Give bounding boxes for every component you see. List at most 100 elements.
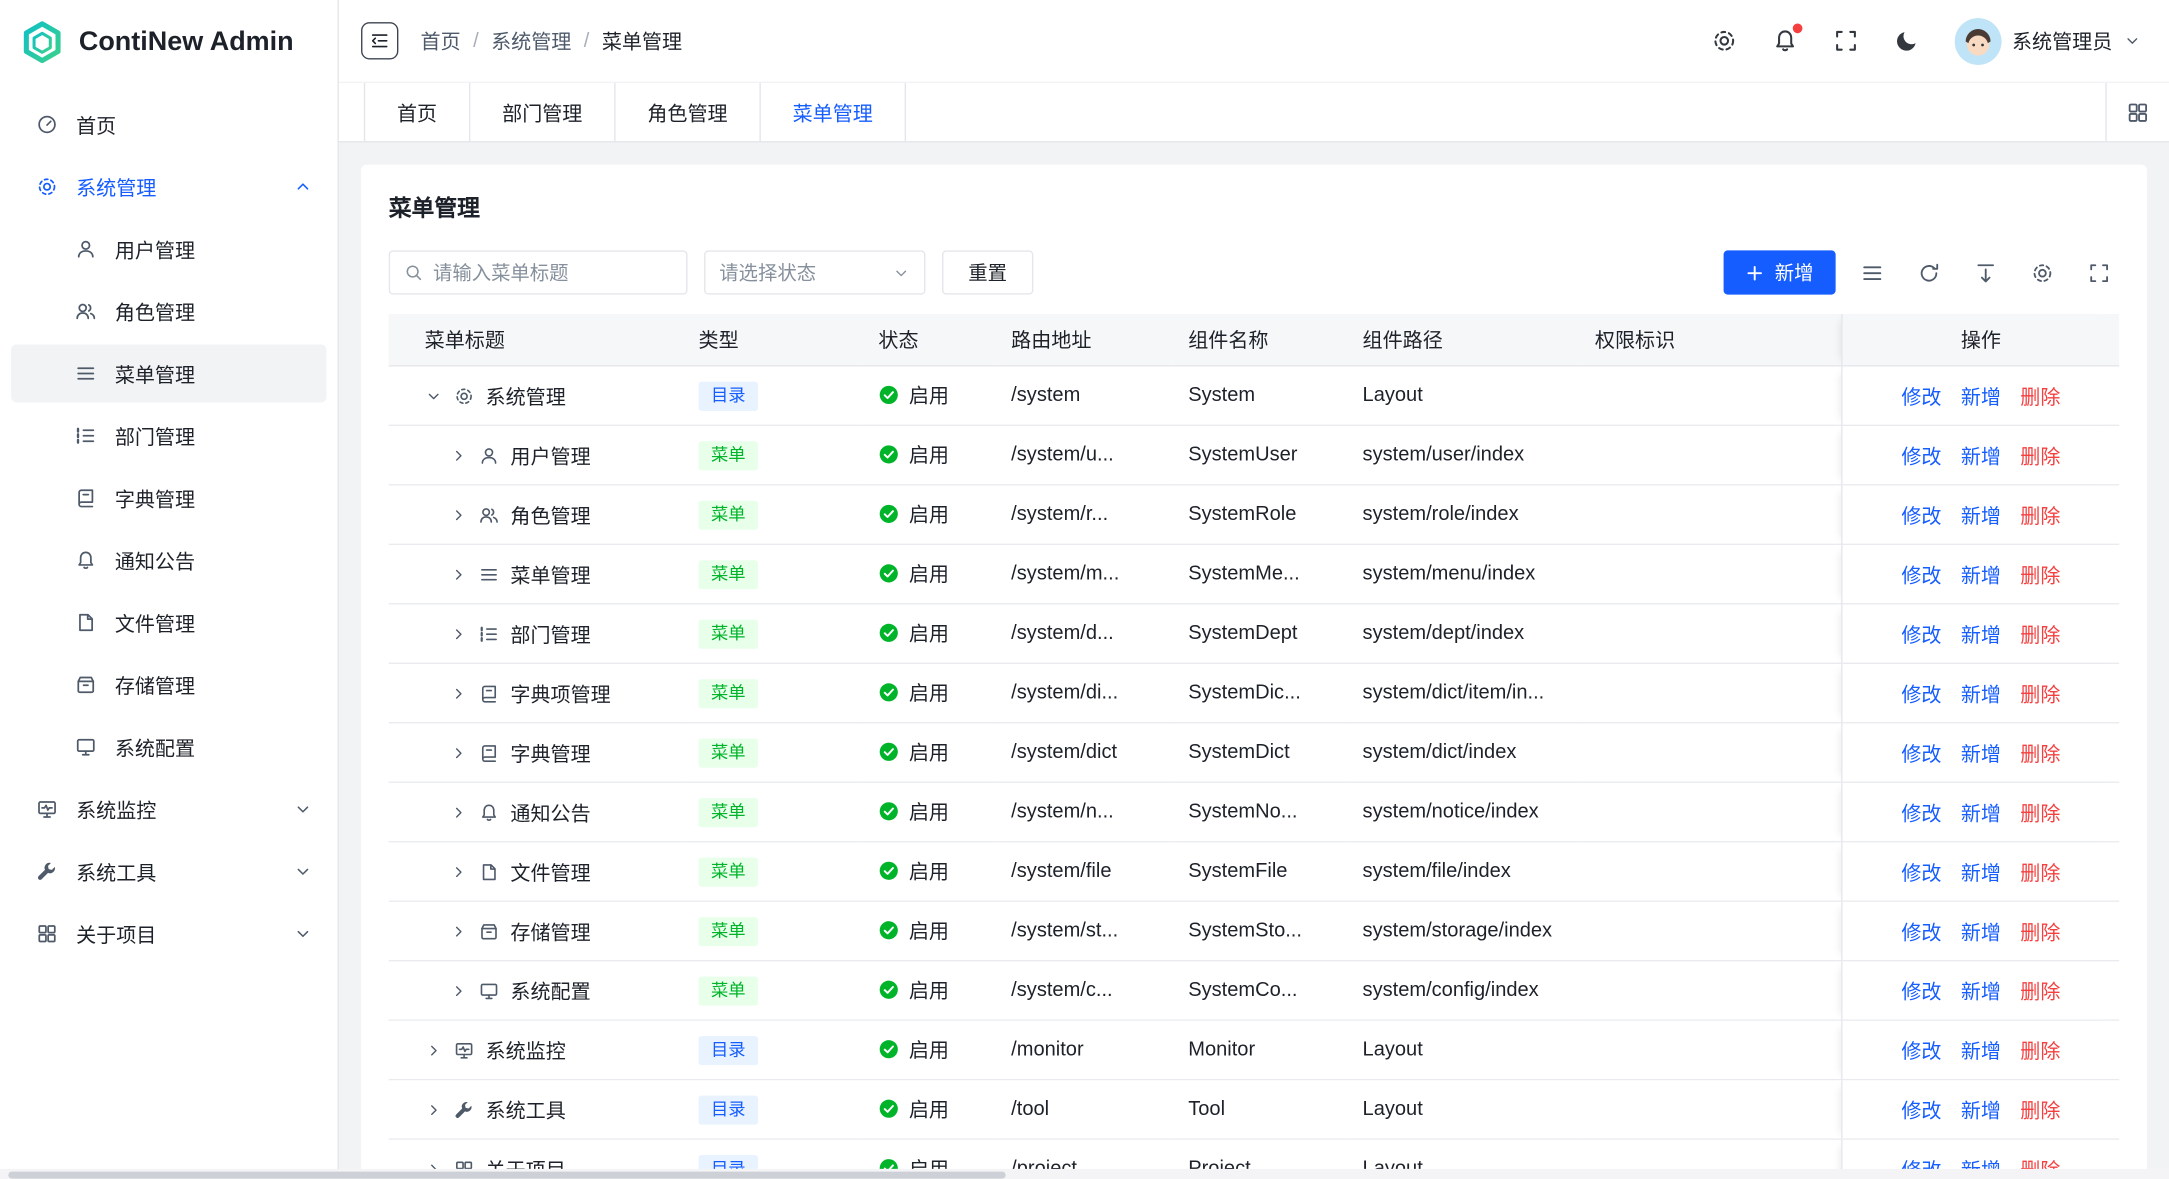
row-expand-icon[interactable] [450,922,468,940]
edit-link[interactable]: 修改 [1901,387,1941,409]
add-button[interactable]: 新增 [1724,250,1836,294]
add-link[interactable]: 新增 [1961,862,2001,884]
edit-link[interactable]: 修改 [1901,565,1941,587]
delete-link[interactable]: 删除 [2020,803,2060,825]
add-link[interactable]: 新增 [1961,744,2001,766]
sidebar-item-menu[interactable]: 菜单管理 [11,344,326,402]
delete-link[interactable]: 删除 [2020,387,2060,409]
refresh-button[interactable] [1908,252,1949,293]
sidebar-item-tools[interactable]: 系统工具 [11,842,326,900]
density-button[interactable] [1851,252,1892,293]
edit-link[interactable]: 修改 [1901,1100,1941,1122]
delete-link[interactable]: 删除 [2020,625,2060,647]
sidebar-item-home[interactable]: 首页 [11,95,326,153]
add-link[interactable]: 新增 [1961,506,2001,528]
user-menu[interactable]: 系统管理员 [1954,17,2141,64]
row-expand-icon[interactable] [450,446,468,464]
gear-icon [2030,261,2054,285]
settings-button[interactable] [1710,28,1736,54]
delete-link[interactable]: 删除 [2020,744,2060,766]
fullscreen-icon [1832,28,1858,54]
delete-link[interactable]: 删除 [2020,862,2060,884]
breadcrumb-item[interactable]: 首页 [421,26,461,55]
delete-link[interactable]: 删除 [2020,565,2060,587]
desktop-icon [479,980,500,1001]
row-expand-icon[interactable] [450,684,468,702]
add-link[interactable]: 新增 [1961,1100,2001,1122]
tab-2[interactable]: 角色管理 [616,83,761,141]
sidebar-item-label: 关于项目 [76,919,156,948]
row-expand-icon[interactable] [450,506,468,524]
sidebar-item-user[interactable]: 用户管理 [11,220,326,278]
status-select[interactable]: 请选择状态 [704,250,925,294]
row-expand-icon[interactable] [450,862,468,880]
delete-link[interactable]: 删除 [2020,446,2060,468]
delete-link[interactable]: 删除 [2020,1100,2060,1122]
row-expand-icon[interactable] [450,981,468,999]
edit-link[interactable]: 修改 [1901,803,1941,825]
reset-button[interactable]: 重置 [942,250,1033,294]
tab-3[interactable]: 菜单管理 [761,83,906,141]
column-settings-button[interactable] [2021,252,2062,293]
row-expand-icon[interactable] [425,387,443,405]
horizontal-scrollbar[interactable] [0,1169,2169,1179]
sidebar-item-about[interactable]: 关于项目 [11,905,326,963]
breadcrumb-item: 菜单管理 [602,26,682,55]
add-link[interactable]: 新增 [1961,684,2001,706]
expand-collapse-button[interactable] [1964,252,2005,293]
edit-link[interactable]: 修改 [1901,1041,1941,1063]
add-link[interactable]: 新增 [1961,1041,2001,1063]
edit-link[interactable]: 修改 [1901,625,1941,647]
add-link[interactable]: 新增 [1961,625,2001,647]
row-expand-icon[interactable] [450,565,468,583]
tab-0[interactable]: 首页 [364,83,471,141]
row-expand-icon[interactable] [450,625,468,643]
sidebar-item-storage[interactable]: 存储管理 [11,656,326,714]
row-expand-icon[interactable] [450,744,468,762]
edit-link[interactable]: 修改 [1901,744,1941,766]
breadcrumb-item[interactable]: 系统管理 [491,26,571,55]
delete-link[interactable]: 删除 [2020,1041,2060,1063]
sidebar-item-dict[interactable]: 字典管理 [11,469,326,527]
menu-title: 存储管理 [510,916,590,945]
sidebar-item-file[interactable]: 文件管理 [11,593,326,651]
tab-list-button[interactable] [2105,83,2169,141]
scrollbar-thumb[interactable] [8,1171,1006,1178]
add-link[interactable]: 新增 [1961,922,2001,944]
row-expand-icon[interactable] [425,1100,443,1118]
edit-link[interactable]: 修改 [1901,684,1941,706]
edit-link[interactable]: 修改 [1901,862,1941,884]
status-label: 启用 [909,737,949,766]
sidebar-item-notice[interactable]: 通知公告 [11,531,326,589]
table-fullscreen-button[interactable] [2078,252,2119,293]
add-link[interactable]: 新增 [1961,446,2001,468]
add-link[interactable]: 新增 [1961,565,2001,587]
add-link[interactable]: 新增 [1961,387,2001,409]
sidebar-item-dept[interactable]: 部门管理 [11,407,326,465]
sidebar-item-system[interactable]: 系统管理 [11,158,326,216]
row-expand-icon[interactable] [450,803,468,821]
app-logo[interactable]: ContiNew Admin [0,0,338,83]
edit-link[interactable]: 修改 [1901,506,1941,528]
type-badge: 菜单 [699,797,759,826]
menu-title-search-input[interactable] [433,261,672,283]
delete-link[interactable]: 删除 [2020,981,2060,1003]
delete-link[interactable]: 删除 [2020,684,2060,706]
theme-toggle-button[interactable] [1893,28,1919,54]
edit-link[interactable]: 修改 [1901,922,1941,944]
row-expand-icon[interactable] [425,1041,443,1059]
add-link[interactable]: 新增 [1961,981,2001,1003]
sidebar-collapse-button[interactable] [361,22,398,59]
cell-permission [1578,604,1841,663]
sidebar-item-role[interactable]: 角色管理 [11,282,326,340]
sidebar-item-config[interactable]: 系统配置 [11,718,326,776]
delete-link[interactable]: 删除 [2020,506,2060,528]
tab-1[interactable]: 部门管理 [470,83,615,141]
sidebar-item-monitor[interactable]: 系统监控 [11,780,326,838]
notifications-button[interactable] [1771,28,1797,54]
fullscreen-button[interactable] [1832,28,1858,54]
edit-link[interactable]: 修改 [1901,446,1941,468]
delete-link[interactable]: 删除 [2020,922,2060,944]
edit-link[interactable]: 修改 [1901,981,1941,1003]
add-link[interactable]: 新增 [1961,803,2001,825]
